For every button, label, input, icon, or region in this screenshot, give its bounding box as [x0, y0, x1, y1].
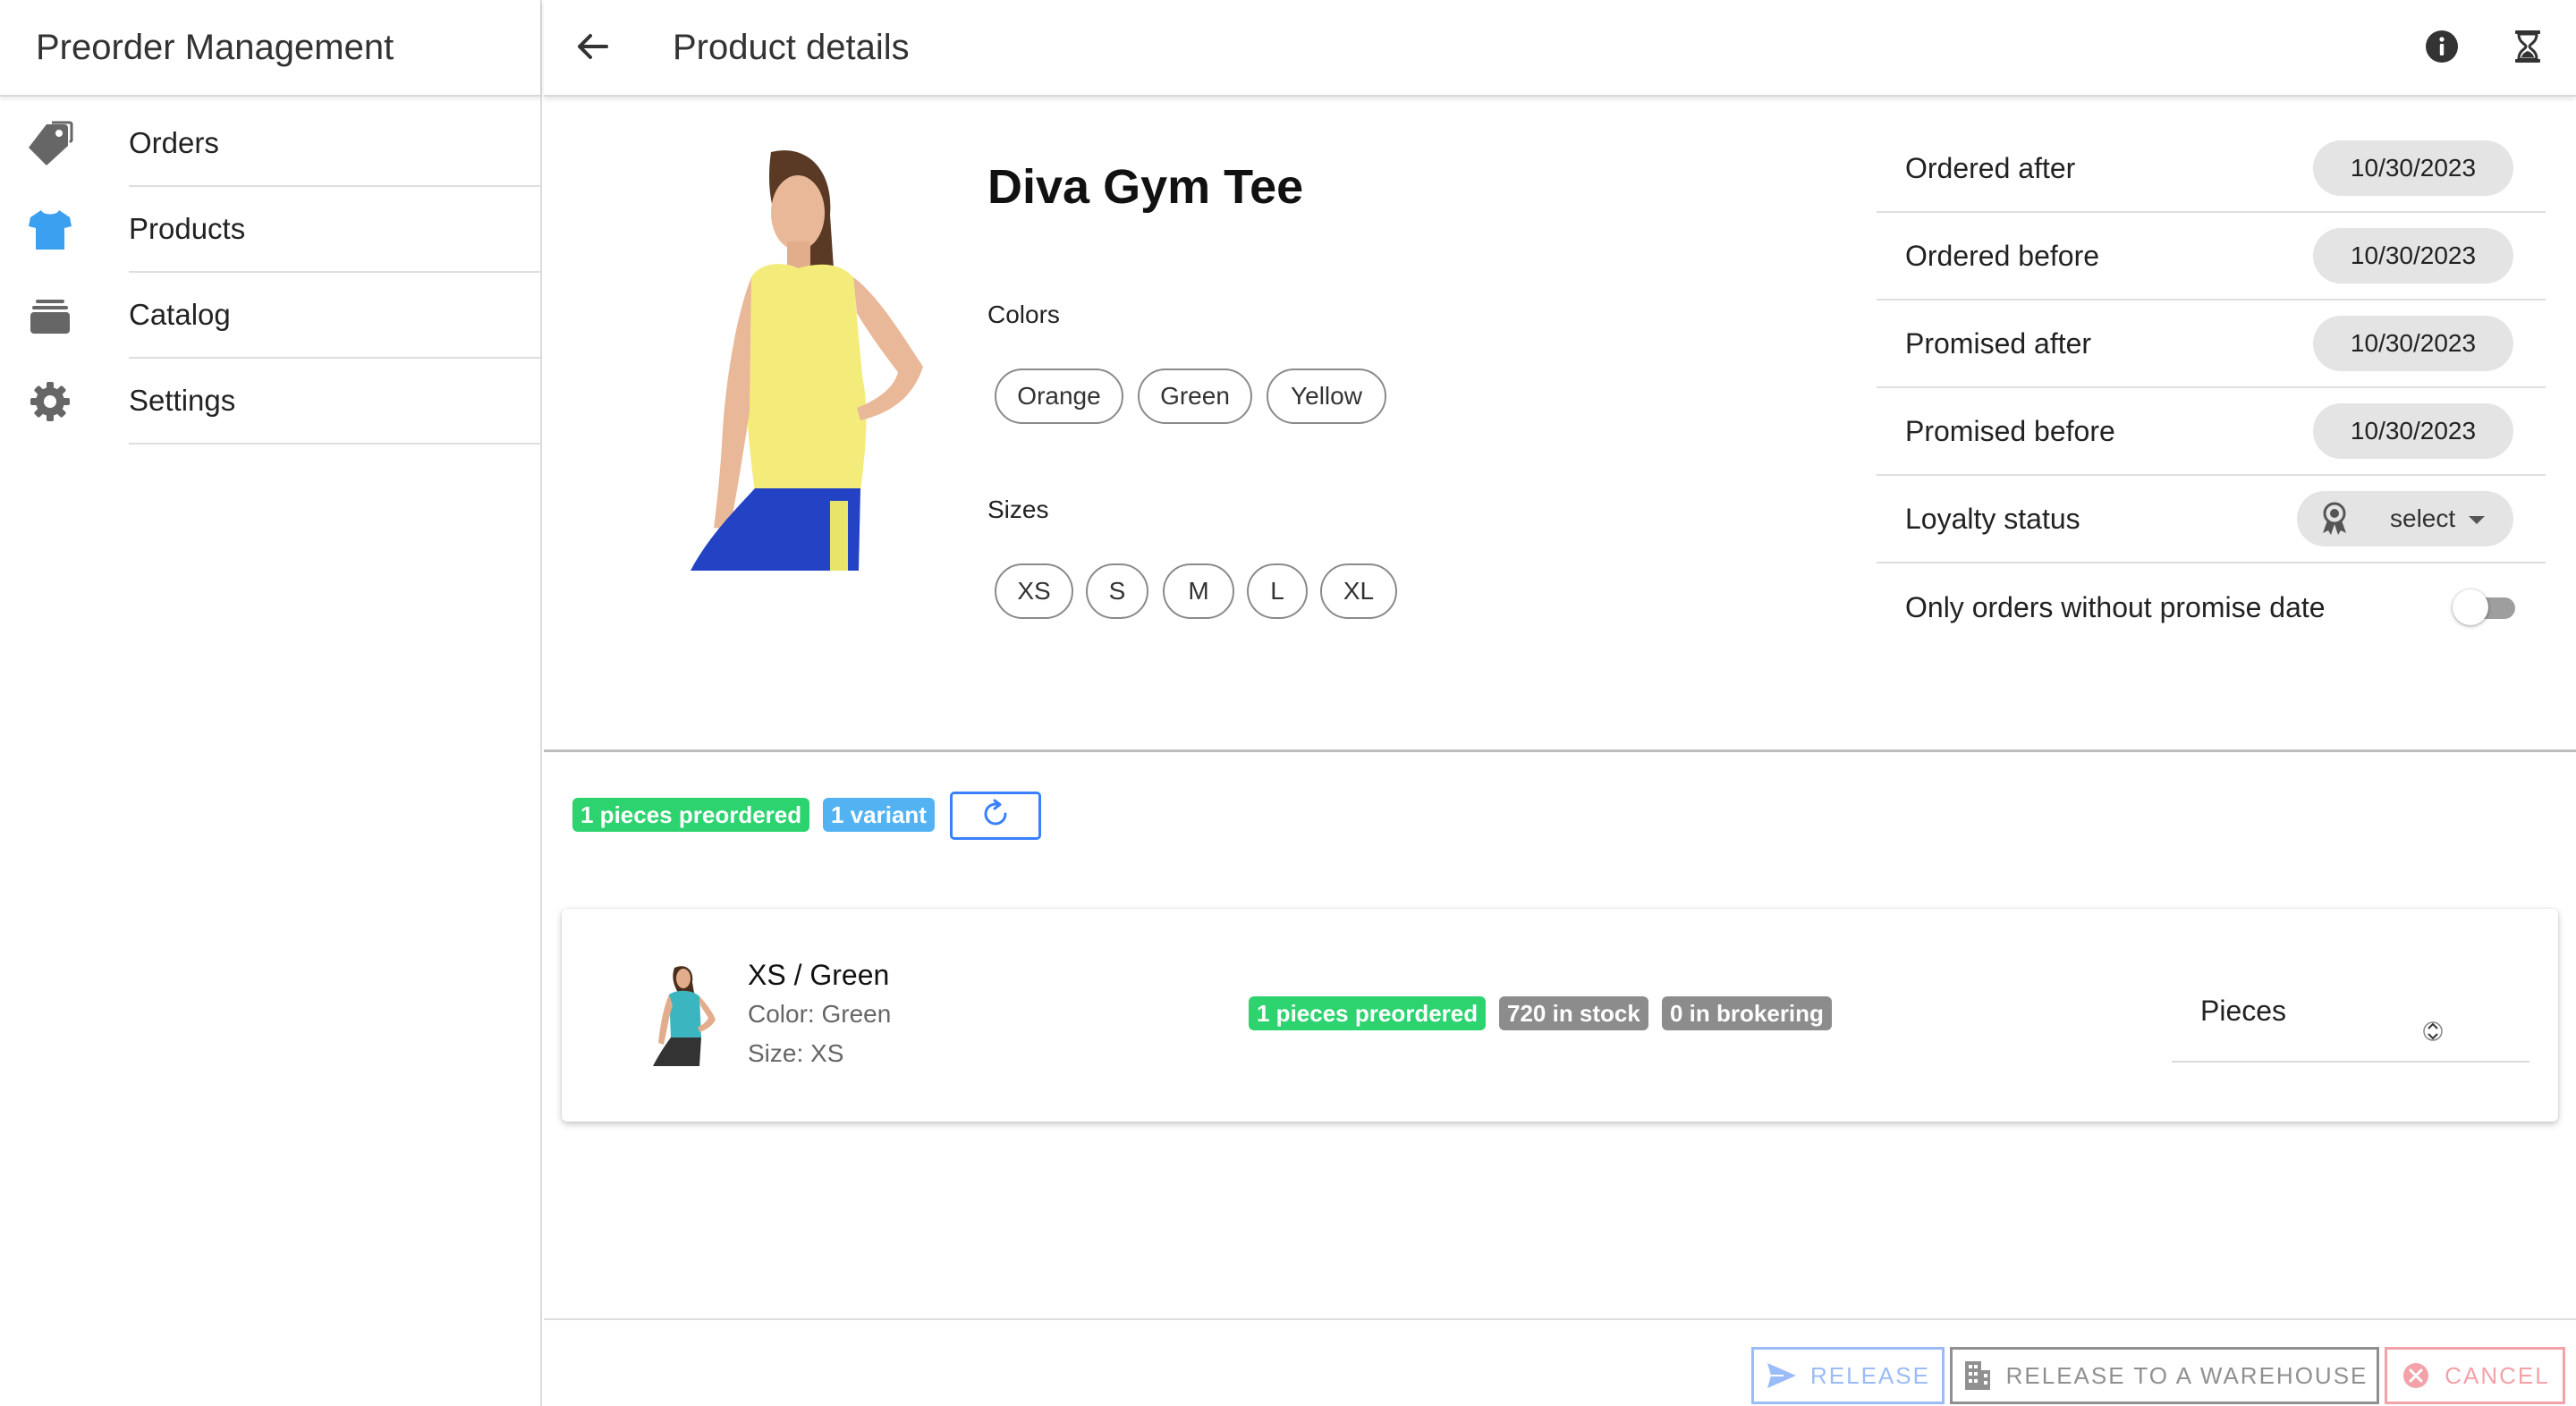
filter-label: Loyalty status: [1905, 502, 2080, 535]
cancel-button-label: CANCEL: [2445, 1361, 2550, 1389]
job-queue-button[interactable]: [2506, 27, 2549, 70]
settings-icon: [27, 378, 73, 425]
sidebar-item-label: Orders: [129, 101, 540, 187]
variant-preordered-badge: 1 pieces preordered: [1249, 996, 1487, 1030]
color-chip-orange[interactable]: Orange: [995, 368, 1123, 424]
no-promise-date-toggle[interactable]: [2453, 589, 2519, 625]
pieces-select[interactable]: Pieces: [2200, 995, 2286, 1028]
variant-color: Color: Green: [748, 1000, 892, 1028]
release-button[interactable]: RELEASE: [1751, 1347, 1945, 1404]
business-icon: [1962, 1359, 1994, 1392]
variant-brokering-badge: 0 in brokering: [1662, 996, 1832, 1030]
cancel-button[interactable]: CANCEL: [2385, 1347, 2565, 1404]
filter-label: Ordered after: [1905, 151, 2076, 184]
product-image: [655, 143, 941, 571]
sidebar-item-orders[interactable]: Orders: [0, 101, 540, 187]
variant-thumbnail: [648, 962, 717, 1066]
filter-label: Promised before: [1905, 414, 2115, 447]
loyalty-status-select[interactable]: select: [2297, 491, 2513, 546]
filter-label: Ordered before: [1905, 239, 2100, 272]
filter-loyalty-status: Loyalty status select: [1877, 476, 2546, 563]
pieces-underline: [2172, 1061, 2529, 1063]
hourglass-icon: [2510, 29, 2546, 69]
close-circle-icon: [2400, 1359, 2432, 1392]
sidebar-item-label: Settings: [129, 359, 540, 445]
release-button-label: RELEASE: [1810, 1361, 1930, 1389]
ordered-before-date[interactable]: 10/30/2023: [2313, 228, 2513, 284]
product-name: Diva Gym Tee: [987, 160, 1304, 214]
preordered-count-badge: 1 pieces preordered: [572, 798, 810, 832]
sidebar-item-catalog[interactable]: Catalog: [0, 273, 540, 359]
shirt-icon: [27, 207, 73, 253]
pricetags-icon: [27, 121, 73, 167]
size-chip-s[interactable]: S: [1086, 563, 1148, 619]
albums-icon: [27, 292, 73, 339]
caret-down-icon: [2469, 516, 2485, 524]
loyalty-status-value: select: [2390, 504, 2456, 532]
app-title: Preorder Management: [36, 27, 394, 67]
variant-count-badge: 1 variant: [823, 798, 935, 832]
size-chip-xs[interactable]: XS: [995, 563, 1073, 619]
size-chip-l[interactable]: L: [1247, 563, 1308, 619]
select-stepper-icon[interactable]: [2422, 1016, 2444, 1046]
refresh-icon: [979, 797, 1013, 835]
sidebar-item-products[interactable]: Products: [0, 187, 540, 273]
toggle-knob: [2453, 589, 2488, 625]
color-chip-yellow[interactable]: Yellow: [1267, 368, 1386, 424]
release-to-warehouse-button[interactable]: RELEASE TO A WAREHOUSE: [1950, 1347, 2379, 1404]
arrow-back-icon: [574, 29, 610, 69]
sidebar-header: Preorder Management: [0, 0, 540, 97]
sidebar-nav: Orders Products Catalog Settings: [0, 101, 540, 445]
filter-ordered-before: Ordered before 10/30/2023: [1877, 213, 2546, 301]
promised-after-date[interactable]: 10/30/2023: [2313, 316, 2513, 371]
ribbon-icon: [2317, 501, 2352, 537]
variant-size: Size: XS: [748, 1039, 844, 1067]
filter-label: Promised after: [1905, 326, 2092, 360]
action-footer: RELEASE RELEASE TO A WAREHOUSE CANCEL: [544, 1318, 2576, 1406]
send-icon: [1766, 1359, 1798, 1392]
sidebar-item-label: Catalog: [129, 273, 540, 359]
promised-before-date[interactable]: 10/30/2023: [2313, 403, 2513, 459]
size-chip-xl[interactable]: XL: [1320, 563, 1397, 619]
sidebar: Preorder Management Orders Products Cata…: [0, 0, 542, 1406]
filter-promised-before: Promised before 10/30/2023: [1877, 388, 2546, 476]
filter-no-promise-date: Only orders without promise date: [1877, 563, 2546, 651]
variant-stock-badge: 720 in stock: [1499, 996, 1648, 1030]
size-chip-m[interactable]: M: [1163, 563, 1234, 619]
ordered-after-date[interactable]: 10/30/2023: [2313, 140, 2513, 196]
colors-label: Colors: [987, 301, 1060, 328]
filter-promised-after: Promised after 10/30/2023: [1877, 301, 2546, 388]
variant-card: XS / Green Color: Green Size: XS 1 piece…: [562, 909, 2558, 1122]
information-icon: [2424, 29, 2460, 69]
variant-title: XS / Green: [748, 959, 890, 991]
sidebar-item-label: Products: [129, 187, 540, 273]
filter-label: Only orders without promise date: [1905, 590, 2326, 623]
top-toolbar: Product details: [544, 0, 2576, 97]
info-button[interactable]: [2420, 27, 2463, 70]
page-title: Product details: [673, 27, 910, 67]
release-to-warehouse-label: RELEASE TO A WAREHOUSE: [2005, 1361, 2368, 1389]
sizes-label: Sizes: [987, 495, 1049, 523]
filter-ordered-after: Ordered after 10/30/2023: [1877, 125, 2546, 213]
color-chip-green[interactable]: Green: [1138, 368, 1252, 424]
sidebar-item-settings[interactable]: Settings: [0, 359, 540, 445]
back-button[interactable]: [571, 27, 614, 70]
refresh-button[interactable]: [950, 792, 1041, 840]
section-divider: [544, 750, 2576, 752]
